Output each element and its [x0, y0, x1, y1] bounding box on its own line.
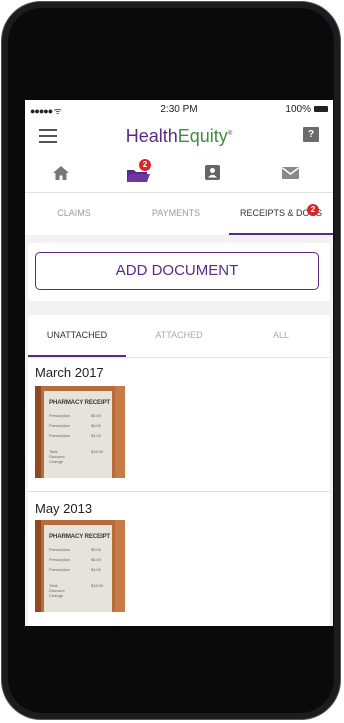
status-bar: ●●●●● ᯤ 2:30 PM 100% [25, 100, 333, 118]
mail-icon[interactable] [281, 164, 301, 182]
receipt-row: Change [49, 593, 64, 598]
tab-attached[interactable]: ATTACHED [130, 315, 228, 355]
logo-trademark: ® [227, 131, 233, 137]
logo-text-equity: Equity [177, 126, 228, 146]
home-icon[interactable] [51, 164, 71, 182]
divider [28, 491, 330, 492]
receipt-row: Prescription $6.00 [49, 423, 102, 428]
documents-card: UNATTACHED ATTACHED ALL March 2017 PHARM… [28, 315, 330, 626]
tab-payments[interactable]: PAYMENTS [127, 193, 225, 233]
receipt-paper: PHARMACY RECEIPT Prescription $5.00 Presc… [44, 525, 112, 612]
app-screen: ●●●●● ᯤ 2:30 PM 100% HealthEquity® ? 2 C… [25, 100, 333, 626]
receipt-row: Prescription $4.00 [49, 567, 102, 572]
receipt-paper: PHARMACY RECEIPT Prescription $5.00 Presc… [44, 391, 112, 478]
logo-text-health: Health [125, 126, 178, 146]
receipt-thumbnail[interactable]: PHARMACY RECEIPT Prescription $5.00 Presc… [35, 386, 125, 478]
add-document-button[interactable]: ADD DOCUMENT [35, 252, 319, 290]
group-title-march-2017: March 2017 [35, 365, 104, 380]
battery-percent: 100% [285, 104, 311, 115]
tab-unattached[interactable]: UNATTACHED [28, 315, 126, 357]
add-document-card: ADD DOCUMENT [28, 243, 330, 301]
folder-badge: 2 [139, 159, 151, 171]
app-header: HealthEquity® ? [25, 118, 333, 154]
receipt-title: PHARMACY RECEIPT [49, 533, 110, 540]
receipt-thumbnail[interactable]: PHARMACY RECEIPT Prescription $5.00 Presc… [35, 520, 125, 612]
tab-all[interactable]: ALL [232, 315, 330, 355]
tab-claims[interactable]: CLAIMS [25, 193, 123, 233]
receipt-row: Prescription $5.00 [49, 547, 102, 552]
receipt-row: Prescription $6.00 [49, 557, 102, 562]
app-logo: HealthEquity® [25, 126, 333, 147]
group-title-may-2013: May 2013 [35, 501, 93, 516]
icon-nav-bar: 2 [25, 154, 333, 193]
receipt-row: Change [49, 459, 64, 464]
contact-card-icon[interactable] [203, 164, 223, 182]
help-button[interactable]: ? [303, 127, 319, 142]
main-tabs: CLAIMS PAYMENTS RECEIPTS & DOCS 2 [25, 193, 333, 235]
receipt-row: Prescription $5.00 [49, 413, 102, 418]
receipt-row: Prescription $4.00 [49, 433, 102, 438]
folder-icon[interactable]: 2 [125, 159, 151, 182]
document-filter-tabs: UNATTACHED ATTACHED ALL [28, 315, 330, 358]
receipts-tab-badge: 2 [307, 204, 319, 216]
receipt-title: PHARMACY RECEIPT [49, 399, 110, 406]
battery-icon [314, 106, 328, 112]
